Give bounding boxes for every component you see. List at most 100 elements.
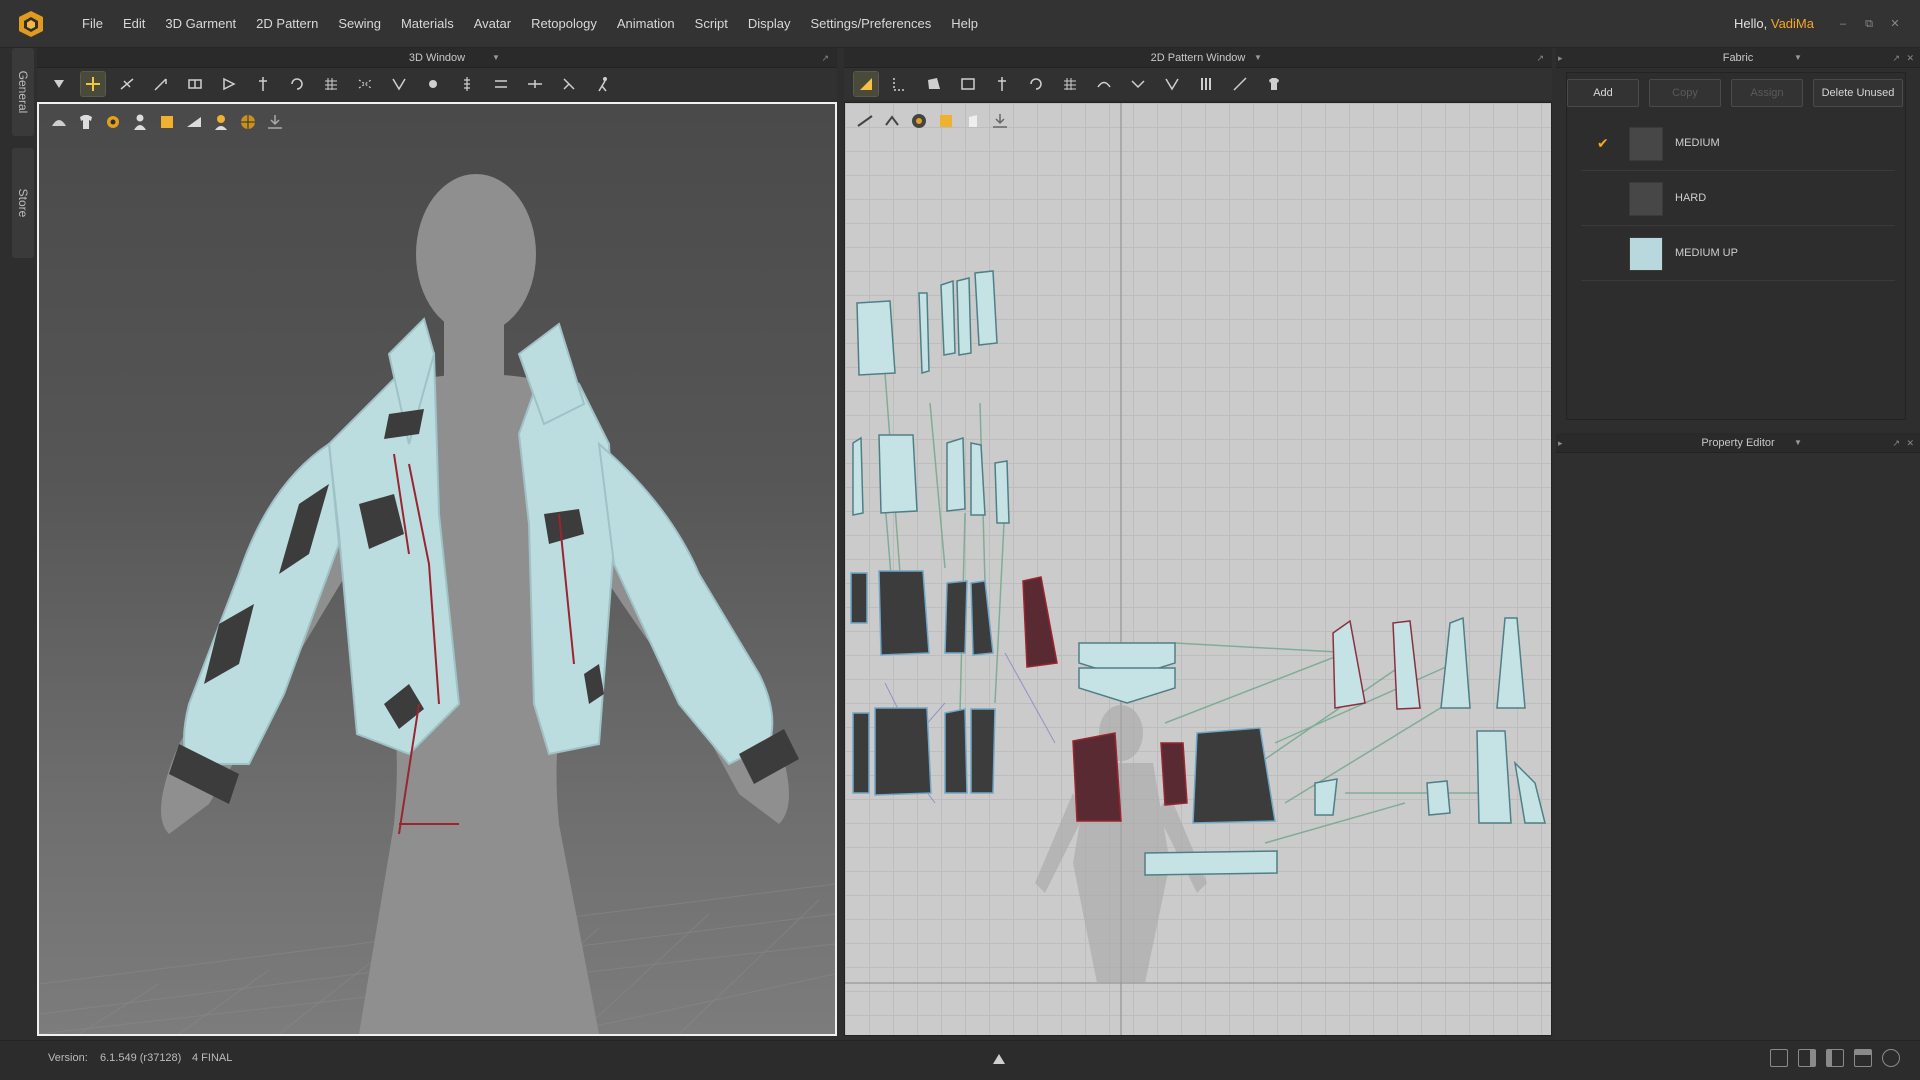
fabric-item[interactable]: HARD (1581, 172, 1895, 226)
fabric-close-icon[interactable]: ✕ (1906, 48, 1914, 68)
seam-tool-icon[interactable] (387, 72, 411, 96)
fabric-title: Fabric (1722, 52, 1754, 64)
fabric-copy-button[interactable]: Copy (1649, 79, 1721, 107)
fabric-name: HARD (1675, 192, 1707, 204)
viewport-3d[interactable] (37, 102, 837, 1036)
tab-store-label: Store (16, 188, 30, 218)
menu-3d-garment[interactable]: 3D Garment (155, 0, 246, 48)
fabric-swatch (1629, 237, 1663, 271)
fabric-item[interactable]: ✔ MEDIUM (1581, 117, 1895, 171)
tack-tool-icon[interactable] (115, 72, 139, 96)
window2d-dropdown-icon[interactable]: ▼ (1254, 48, 1262, 68)
fabric-add-button[interactable]: Add (1567, 79, 1639, 107)
app-window: File Edit 3D Garment 2D Pattern Sewing M… (0, 0, 1920, 1080)
fabric-swatch (1629, 127, 1663, 161)
property-dropdown-icon[interactable]: ▼ (1794, 433, 1802, 453)
menu-bar: File Edit 3D Garment 2D Pattern Sewing M… (0, 0, 1920, 48)
rotate-tool-icon[interactable] (285, 72, 309, 96)
restore-icon[interactable]: ⧉ (1862, 17, 1876, 31)
check-icon: ✔ (1597, 135, 1609, 151)
app-logo-icon[interactable] (16, 9, 46, 39)
version-label: Version: (48, 1052, 88, 1064)
menu-materials[interactable]: Materials (391, 0, 464, 48)
menu-avatar[interactable]: Avatar (464, 0, 521, 48)
select-mesh-icon[interactable] (47, 72, 71, 96)
fold-pattern-icon[interactable] (1092, 72, 1116, 96)
edit-pattern-icon[interactable] (888, 72, 912, 96)
side-tabs: General Store (8, 48, 36, 1048)
pin-tool-icon[interactable] (149, 72, 173, 96)
polygon-tool-icon[interactable] (922, 72, 946, 96)
measure-2d-icon[interactable] (1228, 72, 1252, 96)
window3d-float-icon[interactable]: ↗ (821, 48, 829, 68)
menu-display[interactable]: Display (738, 0, 801, 48)
property-collapse-icon[interactable]: ▸ (1558, 433, 1563, 453)
build-label: 4 FINAL (192, 1052, 233, 1064)
fold-tool-icon[interactable] (183, 72, 207, 96)
zipper-tool-icon[interactable] (455, 72, 479, 96)
stitch-tool-icon[interactable] (353, 72, 377, 96)
minimize-icon[interactable]: – (1836, 17, 1850, 31)
fabric-header: ▸ Fabric ▼ ↗ ✕ (1556, 48, 1920, 68)
window2d-float-icon[interactable]: ↗ (1536, 48, 1544, 68)
user-greeting[interactable]: Hello, VadiMa (1734, 0, 1814, 48)
button-tool-icon[interactable] (421, 72, 445, 96)
layout-quad-icon[interactable] (1854, 1049, 1872, 1067)
menu-edit[interactable]: Edit (113, 0, 155, 48)
move-tool-icon[interactable] (80, 71, 106, 97)
measure-tool-icon[interactable] (251, 72, 275, 96)
window3d-dropdown-icon[interactable]: ▼ (492, 48, 500, 68)
menu-help[interactable]: Help (941, 0, 988, 48)
layout-single-icon[interactable] (1770, 1049, 1788, 1067)
walk-tool-icon[interactable] (591, 72, 615, 96)
segment-sewing-icon[interactable] (1126, 72, 1150, 96)
fabric-delete-unused-button[interactable]: Delete Unused (1813, 79, 1903, 107)
fabric-collapse-icon[interactable]: ▸ (1558, 48, 1563, 68)
pattern-grid-icon[interactable] (1058, 72, 1082, 96)
expand-up-icon[interactable] (992, 1053, 1006, 1065)
tab-store[interactable]: Store (12, 148, 34, 258)
layout-three-icon[interactable] (1826, 1049, 1844, 1067)
fabric-name: MEDIUM UP (1675, 247, 1738, 259)
window3d-header: 3D Window ▼ ↗ (37, 48, 837, 68)
arrange-tool-icon[interactable] (217, 72, 241, 96)
rectangle-tool-icon[interactable] (956, 72, 980, 96)
dart-tool-icon[interactable] (1024, 72, 1048, 96)
transform-pattern-icon[interactable] (853, 71, 879, 97)
scene-3d (39, 174, 835, 1034)
version-value: 6.1.549 (r37128) (100, 1052, 182, 1064)
tab-general[interactable]: General (12, 48, 34, 136)
free-sewing-icon[interactable] (1160, 72, 1184, 96)
menu-retopology[interactable]: Retopology (521, 0, 607, 48)
fabric-float-icon[interactable]: ↗ (1892, 48, 1900, 68)
pleat-tool-icon[interactable] (1194, 72, 1218, 96)
window2d-title: 2D Pattern Window (1150, 52, 1246, 64)
username: VadiMa (1770, 16, 1814, 31)
property-float-icon[interactable]: ↗ (1892, 433, 1900, 453)
fabric-name: MEDIUM (1675, 137, 1720, 149)
grid-tool-icon[interactable] (319, 72, 343, 96)
internal-line-icon[interactable] (990, 72, 1014, 96)
viewport-2d[interactable] (844, 102, 1552, 1036)
fabric-dropdown-icon[interactable]: ▼ (1794, 48, 1802, 68)
close-icon[interactable]: ✕ (1888, 17, 1902, 31)
avatar-pose-icon[interactable] (557, 72, 581, 96)
menu-script[interactable]: Script (685, 0, 738, 48)
garment-2d-icon[interactable] (1262, 72, 1286, 96)
menu-2d-pattern[interactable]: 2D Pattern (246, 0, 328, 48)
fabric-item[interactable]: MEDIUM UP (1581, 227, 1895, 281)
property-editor-title: Property Editor (1701, 437, 1775, 449)
menu-settings[interactable]: Settings/Preferences (801, 0, 942, 48)
menu-file[interactable]: File (72, 0, 113, 48)
trim-tool-icon[interactable] (523, 72, 547, 96)
fabric-assign-button[interactable]: Assign (1731, 79, 1803, 107)
greeting-prefix: Hello, (1734, 16, 1768, 31)
menu-animation[interactable]: Animation (607, 0, 685, 48)
window2d-header: 2D Pattern Window ▼ ↗ (844, 48, 1552, 68)
layout-split-icon[interactable] (1798, 1049, 1816, 1067)
layout-custom-icon[interactable] (1882, 1049, 1900, 1067)
menu-sewing[interactable]: Sewing (328, 0, 391, 48)
topstitch-tool-icon[interactable] (489, 72, 513, 96)
property-close-icon[interactable]: ✕ (1906, 433, 1914, 453)
toolbar-2d (844, 68, 1552, 100)
